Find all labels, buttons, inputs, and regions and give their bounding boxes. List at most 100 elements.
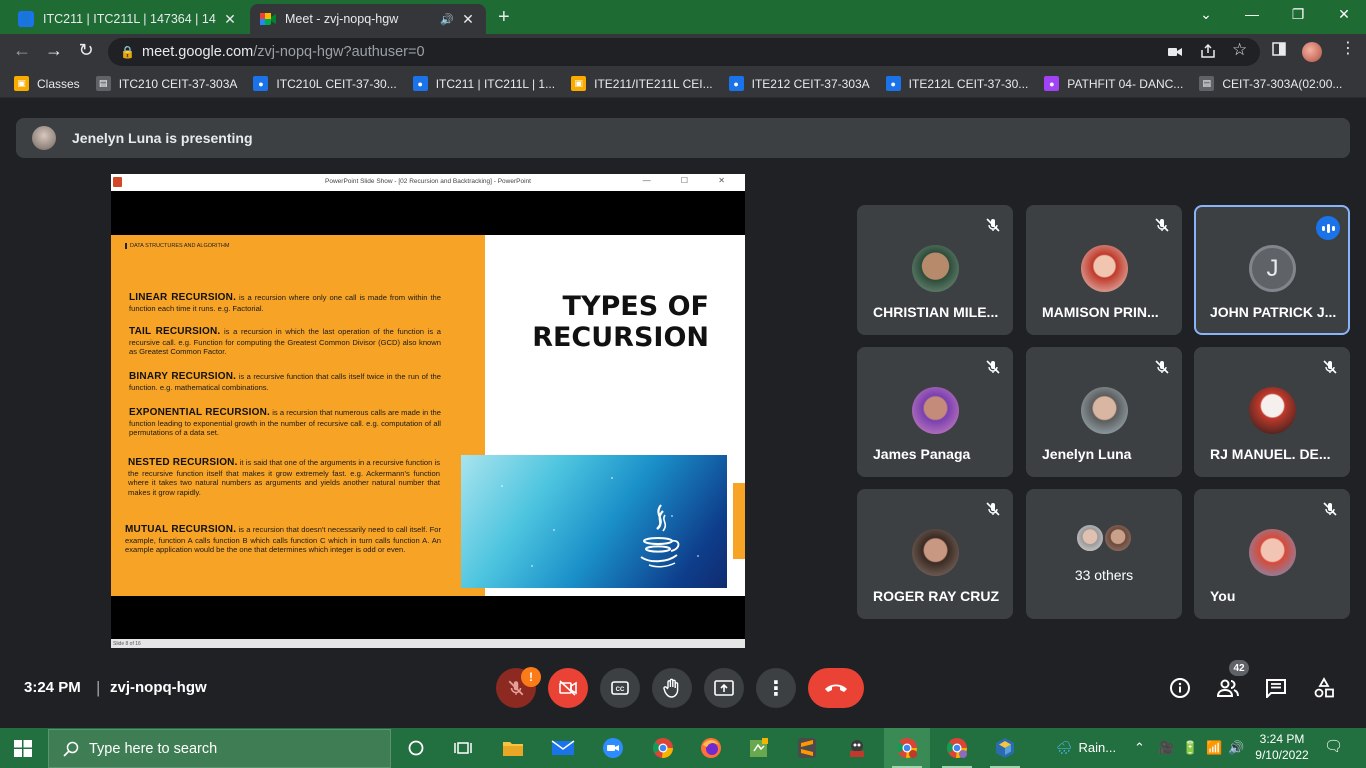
camera-in-use-icon[interactable] [1168, 44, 1182, 60]
task-view-icon[interactable] [440, 728, 486, 768]
wifi-icon[interactable]: 📶 [1206, 740, 1222, 756]
volume-icon[interactable]: 🔊 [1228, 740, 1244, 756]
firefox-icon[interactable] [688, 728, 734, 768]
bookmarks-bar: ▣ Classes ▤ ITC210 CEIT-37-303A ● ITC210L C… [0, 70, 1366, 98]
chrome-profile-icon[interactable] [934, 728, 980, 768]
page-icon: ▤ [95, 76, 111, 91]
camera-button[interactable] [548, 668, 588, 708]
participant-tile[interactable]: James Panaga [857, 347, 1013, 477]
windows-start-icon[interactable] [14, 740, 32, 757]
participant-tile[interactable]: ROGER RAY CRUZ [857, 489, 1013, 619]
camera-off-icon [559, 680, 577, 696]
share-icon[interactable] [1200, 43, 1216, 61]
slide-entry: LINEAR RECURSION. is a recursion where o… [129, 292, 441, 313]
participant-avatar [912, 245, 959, 292]
bookmark-label: Classes [37, 76, 80, 91]
zoom-icon[interactable] [590, 728, 636, 768]
taskbar-search[interactable]: Type here to search [48, 729, 391, 768]
participant-avatar [1249, 387, 1296, 434]
bookmark-label: CEIT-37-303A(02:00... [1222, 76, 1343, 91]
speaker-icon[interactable]: 🔊 [440, 13, 454, 26]
more-menu-icon[interactable]: ⋮ [1340, 38, 1356, 58]
raise-hand-button[interactable] [652, 668, 692, 708]
new-tab-button[interactable]: + [498, 6, 510, 29]
tab-search-icon[interactable]: ⌄ [1196, 6, 1216, 23]
file-explorer-icon[interactable] [490, 728, 536, 768]
page-icon: ▤ [1199, 76, 1215, 91]
participant-tile[interactable]: RJ MANUEL. DE... [1194, 347, 1350, 477]
side-panel-icon[interactable] [1272, 42, 1286, 59]
bookmark-pathfit[interactable]: ● PATHFIT 04- DANC... [1044, 76, 1183, 91]
minimize-button[interactable]: — [1242, 6, 1262, 22]
forward-button[interactable]: → [42, 40, 66, 61]
virtualbox-icon[interactable] [982, 728, 1028, 768]
meeting-details-button[interactable] [1167, 675, 1193, 701]
bookmark-itc210[interactable]: ▤ ITC210 CEIT-37-303A [95, 76, 237, 91]
lock-icon[interactable]: 🔒 [120, 45, 135, 59]
close-window-button[interactable]: ✕ [1334, 6, 1354, 23]
sublime-icon[interactable] [784, 728, 830, 768]
system-clock[interactable]: 3:24 PM 9/10/2022 [1252, 731, 1312, 763]
close-tab-icon[interactable]: ✕ [460, 11, 476, 28]
participant-tile-self[interactable]: You [1194, 489, 1350, 619]
profile-avatar[interactable] [1302, 42, 1322, 62]
presentation-stream[interactable]: PowerPoint Slide Show - [02 Recursion an… [111, 174, 745, 648]
bookmark-ite212l[interactable]: ● ITE212L CEIT-37-30... [885, 76, 1029, 91]
participant-avatar [1081, 387, 1128, 434]
address-bar[interactable]: 🔒 meet.google.com/zvj-nopq-hgw?authuser=… [108, 38, 1260, 66]
participant-tile-active[interactable]: J JOHN PATRICK J... [1194, 205, 1350, 335]
people-button[interactable] [1215, 675, 1241, 701]
bookmark-ceit[interactable]: ▤ CEIT-37-303A(02:00... [1199, 76, 1342, 91]
participant-tile[interactable]: CHRISTIAN MILE... [857, 205, 1013, 335]
bookmark-star-icon[interactable]: ☆ [1232, 40, 1247, 60]
captions-button[interactable]: CC [600, 668, 640, 708]
bookmark-ite211[interactable]: ▣ ITE211/ITE211L CEI... [571, 76, 713, 91]
tab-meet[interactable]: Meet - zvj-nopq-hgw 🔊 ✕ [250, 4, 486, 34]
notifications-icon[interactable]: 🗨 [1324, 737, 1343, 755]
present-now-button[interactable] [704, 668, 744, 708]
heading-line: RECURSION [532, 322, 709, 354]
battery-icon[interactable]: 🔋 [1182, 740, 1198, 756]
meeting-clock: 3:24 PM [24, 679, 81, 696]
participant-tile[interactable]: MAMISON PRIN... [1026, 205, 1182, 335]
restore-button[interactable]: ❐ [1288, 6, 1308, 23]
notes-app-icon[interactable] [736, 728, 782, 768]
chrome-icon[interactable] [640, 728, 686, 768]
bookmark-ite212[interactable]: ● ITE212 CEIT-37-303A [728, 76, 870, 91]
bookmark-classes[interactable]: ▣ Classes [14, 76, 80, 91]
game-app-icon[interactable] [834, 728, 880, 768]
chrome-meet-icon[interactable] [884, 728, 930, 768]
people-icon [1216, 679, 1239, 697]
hand-icon [663, 678, 679, 698]
close-tab-icon[interactable]: ✕ [222, 11, 238, 28]
bookmark-itc210l[interactable]: ● ITC210L CEIT-37-30... [253, 76, 397, 91]
reload-button[interactable]: ↻ [74, 40, 98, 61]
participant-avatar [1103, 523, 1133, 553]
separator: | [96, 678, 101, 697]
cortana-icon[interactable] [393, 728, 439, 768]
classroom-icon: ● [728, 76, 744, 91]
others-count: 33 others [1074, 567, 1134, 583]
powerpoint-title-bar: PowerPoint Slide Show - [02 Recursion an… [111, 174, 745, 191]
url-host: meet.google.com [142, 44, 254, 60]
more-vert-icon: ⋮ [766, 677, 786, 700]
search-icon [63, 741, 79, 757]
tab-itc211[interactable]: 👤 ITC211 | ITC211L | 147364 | 14736 ✕ [8, 4, 248, 34]
back-button[interactable]: ← [10, 40, 34, 61]
meet-now-icon[interactable]: 🎥 [1158, 740, 1174, 756]
participant-tile[interactable]: Jenelyn Luna [1026, 347, 1182, 477]
participant-name: CHRISTIAN MILE... [873, 304, 999, 320]
others-tile[interactable]: 33 others [1026, 489, 1182, 619]
bookmark-itc211[interactable]: ● ITC211 | ITC211L | 1... [412, 76, 555, 91]
classroom-icon: ● [412, 76, 428, 91]
classroom-icon: ● [885, 76, 901, 91]
more-options-button[interactable]: ⋮ [756, 668, 796, 708]
chat-icon [1266, 679, 1286, 698]
bookmark-label: ITE212L CEIT-37-30... [908, 76, 1029, 91]
weather-widget[interactable]: 🌧 Rain... [1056, 740, 1116, 756]
leave-call-button[interactable] [808, 668, 864, 708]
chat-button[interactable] [1263, 675, 1289, 701]
show-hidden-icons-icon[interactable]: ⌃ [1134, 740, 1145, 756]
activities-button[interactable] [1311, 675, 1337, 701]
mail-icon[interactable] [540, 728, 586, 768]
